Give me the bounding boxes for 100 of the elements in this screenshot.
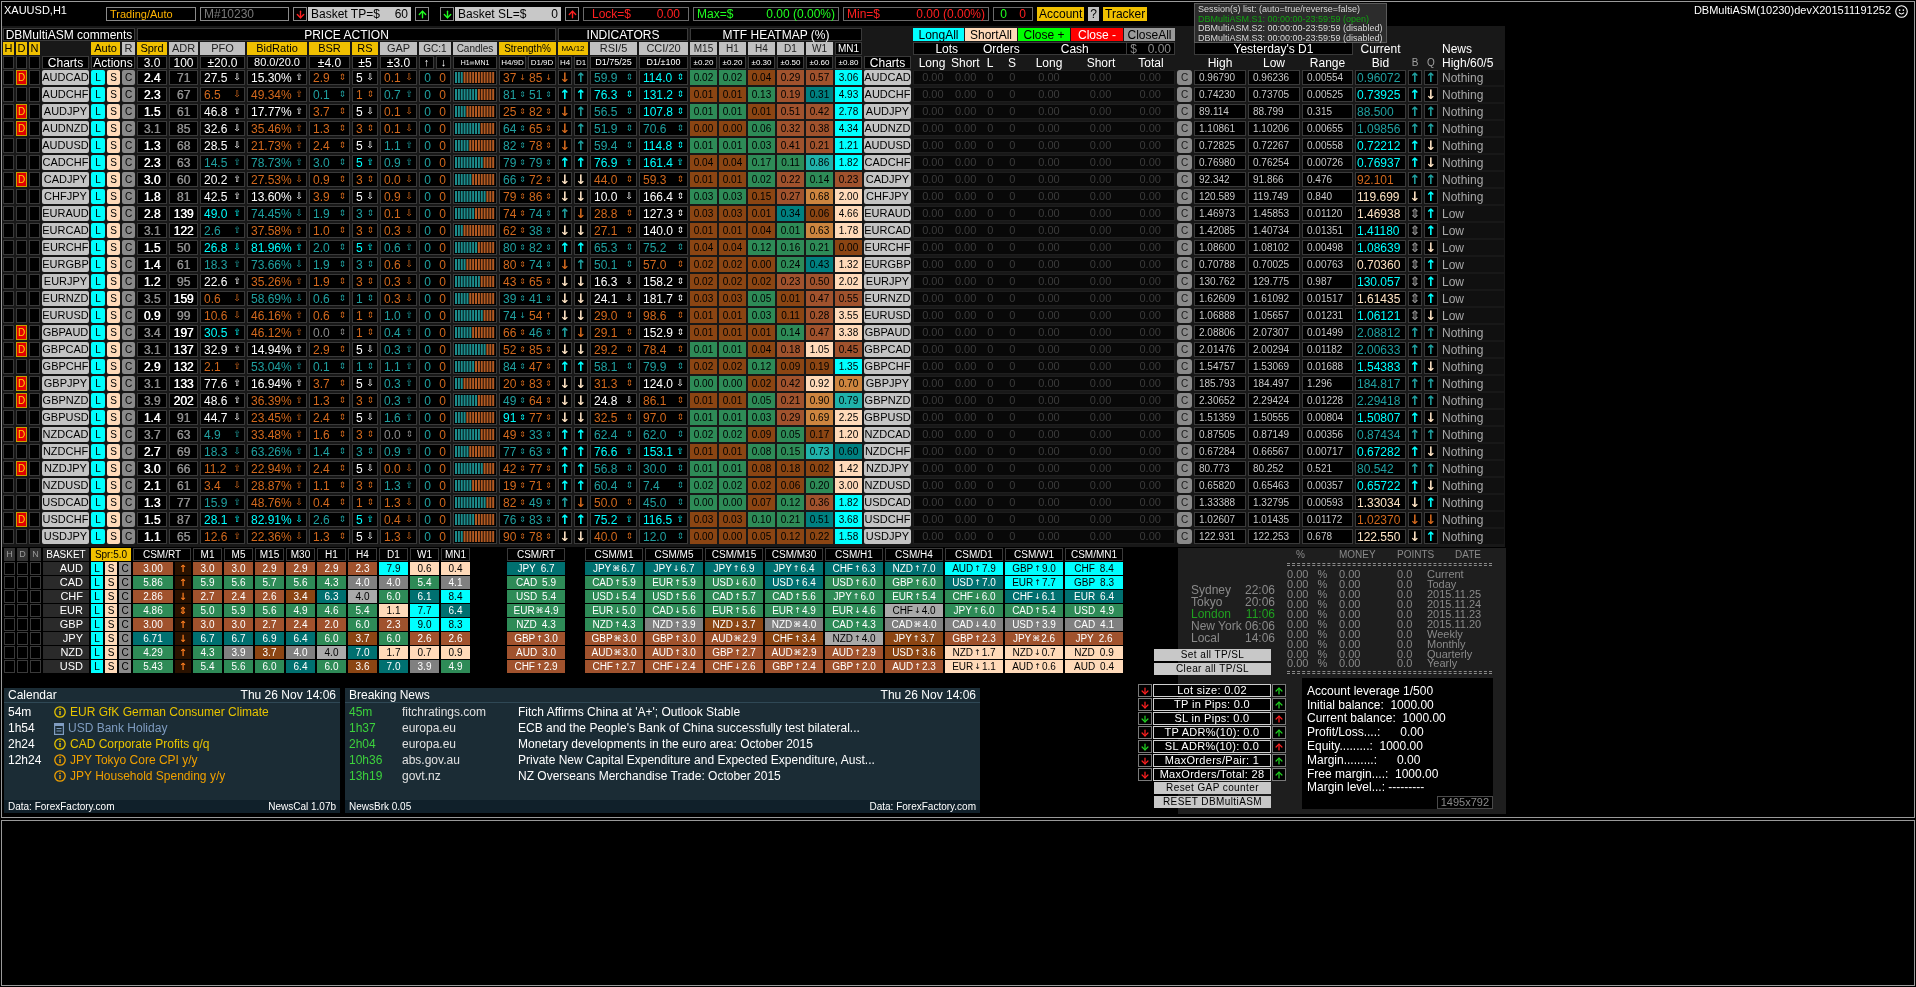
s-button[interactable]: S — [105, 590, 117, 603]
l-button[interactable]: L — [91, 646, 103, 659]
c-button[interactable]: C — [1177, 257, 1192, 272]
bulk-action-button[interactable]: Close - — [1071, 28, 1123, 41]
s-button[interactable]: S — [107, 461, 120, 476]
filter-toggle[interactable]: GC:1 — [419, 42, 451, 55]
tp-sl-button[interactable]: Clear all TP/SL — [1154, 663, 1271, 675]
c-button[interactable]: C — [1177, 240, 1192, 255]
c-button[interactable]: C — [1177, 359, 1192, 374]
increase-button[interactable] — [1272, 768, 1286, 781]
chart-button[interactable]: EURCAD — [42, 223, 89, 238]
chart-button[interactable]: EURJPY — [864, 274, 911, 289]
chart-button[interactable]: NZDJPY — [42, 461, 89, 476]
spread-filter[interactable]: Spr:5.0 — [91, 548, 131, 561]
c-button[interactable]: C — [1177, 410, 1192, 425]
c-button[interactable]: C — [1177, 104, 1192, 119]
s-button[interactable]: S — [107, 529, 120, 544]
filter-toggle[interactable]: RSI/5 — [590, 42, 637, 55]
filter-toggle[interactable]: MA/12 — [558, 42, 588, 55]
c-button[interactable]: C — [122, 308, 135, 323]
chart-button[interactable]: GBPUSD — [42, 410, 89, 425]
chart-button[interactable]: NZDCHF — [864, 444, 911, 459]
c-button[interactable]: C — [122, 393, 135, 408]
chart-button[interactable]: USDJPY — [864, 529, 911, 544]
s-button[interactable]: S — [107, 359, 120, 374]
s-button[interactable]: S — [105, 660, 117, 673]
s-button[interactable]: S — [107, 189, 120, 204]
c-button[interactable]: C — [1177, 495, 1192, 510]
s-button[interactable]: S — [107, 495, 120, 510]
s-button[interactable]: S — [107, 444, 120, 459]
c-button[interactable]: C — [119, 660, 131, 673]
chart-button[interactable]: EURCHF — [42, 240, 89, 255]
chart-button[interactable]: NZDCHF — [42, 444, 89, 459]
increase-button[interactable] — [1272, 698, 1286, 711]
s-button[interactable]: S — [107, 308, 120, 323]
chart-button[interactable]: USDCAD — [864, 495, 911, 510]
chart-button[interactable]: AUDUSD — [42, 138, 89, 153]
mode-toggle[interactable]: R — [122, 42, 135, 55]
c-button[interactable]: C — [122, 172, 135, 187]
panel-toggle-button[interactable]: ? — [1088, 7, 1100, 21]
setting-field[interactable]: TP in Pips: 0.0 — [1153, 698, 1271, 711]
increase-button[interactable] — [1272, 684, 1286, 697]
s-button[interactable]: S — [107, 87, 120, 102]
setting-field[interactable]: SL in Pips: 0.0 — [1153, 712, 1271, 725]
s-button[interactable]: S — [107, 70, 120, 85]
flag-toggle[interactable]: N — [30, 548, 41, 561]
c-button[interactable]: C — [1177, 189, 1192, 204]
c-button[interactable]: C — [1177, 138, 1192, 153]
s-button[interactable]: S — [107, 376, 120, 391]
l-button[interactable]: L — [91, 376, 105, 391]
c-button[interactable]: C — [122, 138, 135, 153]
c-button[interactable]: C — [1177, 274, 1192, 289]
increase-button[interactable] — [1272, 754, 1286, 767]
c-button[interactable]: C — [1177, 325, 1192, 340]
c-button[interactable]: C — [122, 104, 135, 119]
chart-button[interactable]: CHFJPY — [42, 189, 89, 204]
s-button[interactable]: S — [107, 427, 120, 442]
l-button[interactable]: L — [91, 359, 105, 374]
l-button[interactable]: L — [91, 590, 103, 603]
chart-button[interactable]: EURCHF — [864, 240, 911, 255]
filter-toggle[interactable]: GAP — [380, 42, 417, 55]
setting-field[interactable]: Lot size: 0.02 — [1153, 684, 1271, 697]
l-button[interactable]: L — [91, 206, 105, 221]
setting-field[interactable]: SL ADR%(10): 0.0 — [1153, 740, 1271, 753]
chart-button[interactable]: EURNZD — [864, 291, 911, 306]
l-button[interactable]: L — [91, 461, 105, 476]
s-button[interactable]: S — [105, 618, 117, 631]
c-button[interactable]: C — [122, 240, 135, 255]
c-button[interactable]: C — [1177, 87, 1192, 102]
filter-toggle[interactable]: PFO — [200, 42, 245, 55]
c-button[interactable]: C — [122, 410, 135, 425]
c-button[interactable]: C — [122, 529, 135, 544]
bulk-action-button[interactable]: Close + — [1018, 28, 1070, 41]
c-button[interactable]: C — [122, 427, 135, 442]
c-button[interactable]: C — [1177, 512, 1192, 527]
s-button[interactable]: S — [105, 604, 117, 617]
c-button[interactable]: C — [1177, 444, 1192, 459]
basket-tp-field[interactable]: Basket TP=$ 60 — [308, 7, 411, 21]
c-button[interactable]: C — [122, 478, 135, 493]
flag-toggle[interactable]: D — [17, 548, 28, 561]
c-button[interactable]: C — [122, 70, 135, 85]
setting-field[interactable]: MaxOrders/Pair: 1 — [1153, 754, 1271, 767]
chart-button[interactable]: USDCHF — [864, 512, 911, 527]
flag-toggle[interactable]: D — [16, 42, 27, 55]
c-button[interactable]: C — [119, 576, 131, 589]
tp-sl-button[interactable]: Set all TP/SL — [1154, 649, 1271, 661]
c-button[interactable]: C — [119, 590, 131, 603]
c-button[interactable]: C — [119, 632, 131, 645]
chart-button[interactable]: GBPNZD — [864, 393, 911, 408]
l-button[interactable]: L — [91, 240, 105, 255]
decrease-button[interactable] — [293, 7, 307, 21]
l-button[interactable]: L — [91, 632, 103, 645]
s-button[interactable]: S — [107, 325, 120, 340]
chart-button[interactable]: USDJPY — [42, 529, 89, 544]
c-button[interactable]: C — [122, 291, 135, 306]
chart-button[interactable]: EURUSD — [42, 308, 89, 323]
chart-button[interactable]: GBPCHF — [42, 359, 89, 374]
c-button[interactable]: C — [119, 604, 131, 617]
bulk-action-button[interactable]: LongAll — [913, 28, 964, 41]
chart-button[interactable]: EURAUD — [42, 206, 89, 221]
